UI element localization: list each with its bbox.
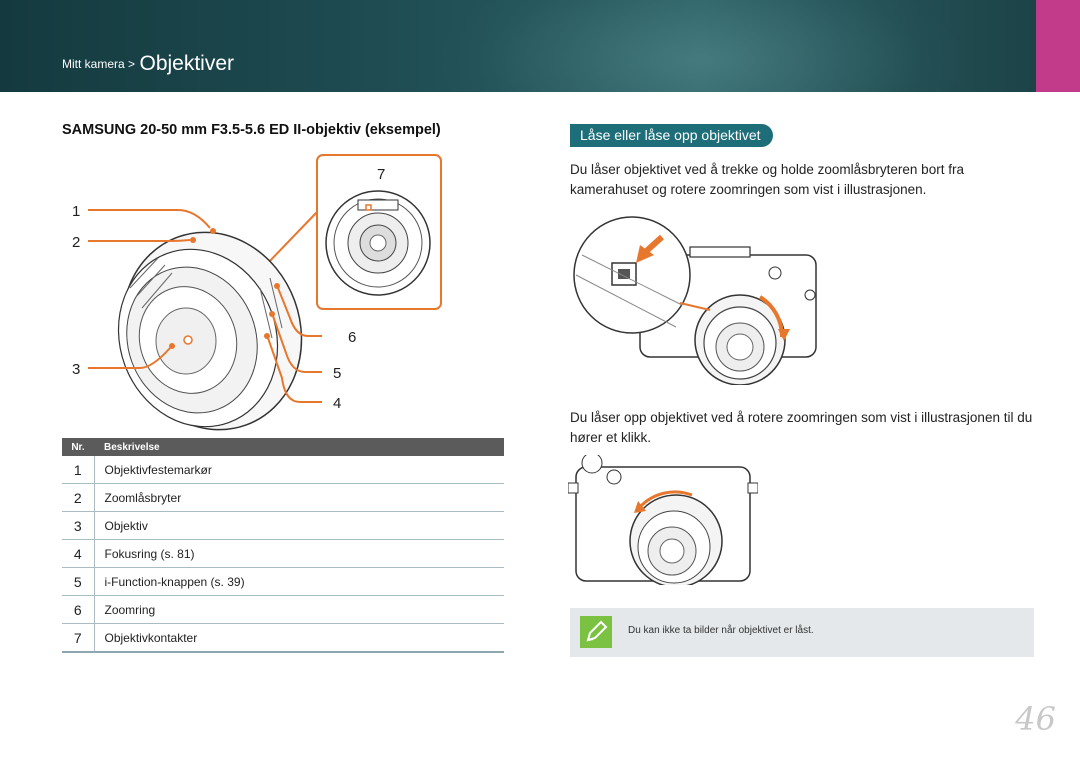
- callout-2: 2: [72, 234, 80, 251]
- camera-unlock-illustration: [568, 455, 758, 585]
- row-number: 7: [62, 623, 95, 653]
- row-description: Objektivkontakter: [94, 623, 504, 653]
- row-description[interactable]: Fokusring (s. 81): [94, 539, 504, 568]
- row-description[interactable]: i-Function-knappen (s. 39): [94, 567, 504, 596]
- table-header-row: Nr. Beskrivelse: [62, 438, 504, 456]
- lens-title: SAMSUNG 20-50 mm F3.5-5.6 ED II-objektiv…: [62, 122, 441, 138]
- row-number: 3: [62, 511, 95, 540]
- note-text: Du kan ikke ta bilder når objektivet er …: [628, 625, 814, 636]
- lens-rear-illustration: [325, 190, 431, 296]
- parts-table: Nr. Beskrivelse 1 Objektivfestemarkør 2 Zo…: [62, 438, 504, 653]
- pencil-note-icon: [580, 616, 612, 648]
- breadcrumb-current: Objektiver: [139, 52, 235, 75]
- page-header: Mitt kamera > Objektiver: [0, 0, 1080, 92]
- callout-5: 5: [333, 365, 341, 382]
- row-number: 5: [62, 567, 95, 596]
- section-title: Låse eller låse opp objektivet: [570, 124, 773, 147]
- callout-4: 4: [333, 395, 341, 412]
- pencil-icon: [586, 620, 608, 642]
- breadcrumb-parent[interactable]: Mitt kamera >: [62, 57, 135, 71]
- callout-3: 3: [72, 361, 80, 378]
- table-row: 4 Fokusring (s. 81): [62, 539, 504, 568]
- header-accent-tab: [1036, 0, 1080, 92]
- table-row: 7 Objektivkontakter: [62, 623, 504, 653]
- table-row: 6 Zoomring: [62, 595, 504, 624]
- row-number: 2: [62, 483, 95, 512]
- header-decoration: [440, 0, 960, 92]
- row-description: Objektiv: [94, 511, 504, 540]
- lock-instructions: Du låser objektivet ved å trekke og hold…: [570, 162, 964, 197]
- callout-1: 1: [72, 203, 80, 220]
- callout-7: 7: [377, 166, 385, 183]
- row-number: 4: [62, 539, 95, 568]
- lens-diagram: 1 2 3 4 5 6 7: [72, 154, 442, 431]
- table-row: 3 Objektiv: [62, 511, 504, 540]
- note-box: Du kan ikke ta bilder når objektivet er …: [570, 608, 1034, 657]
- table-row: 1 Objektivfestemarkør: [62, 456, 504, 484]
- breadcrumb: Mitt kamera > Objektiver: [62, 52, 234, 76]
- row-number: 6: [62, 595, 95, 624]
- row-description: Zoomring: [94, 595, 504, 624]
- page-number: 46: [1015, 700, 1056, 738]
- column-header-nr: Nr.: [62, 438, 94, 456]
- row-description: Objektivfestemarkør: [94, 456, 504, 484]
- column-header-description: Beskrivelse: [94, 438, 504, 456]
- row-description: Zoomlåsbryter: [94, 483, 504, 512]
- table-row: 5 i-Function-knappen (s. 39): [62, 567, 504, 596]
- table-row: 2 Zoomlåsbryter: [62, 483, 504, 512]
- camera-lock-illustration: [573, 216, 817, 385]
- unlock-instructions: Du låser opp objektivet ved å rotere zoo…: [570, 410, 1033, 445]
- row-number: 1: [62, 456, 95, 484]
- callout-6: 6: [348, 329, 356, 346]
